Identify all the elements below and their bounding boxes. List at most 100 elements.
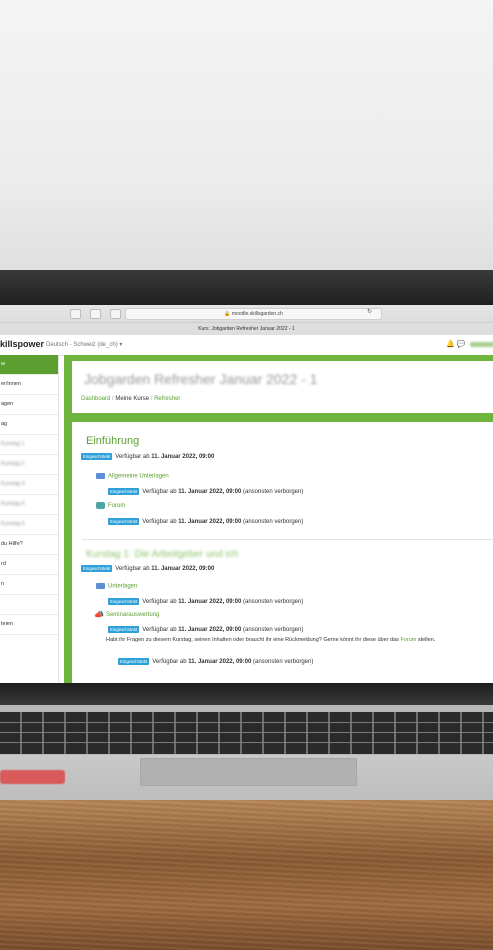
sidebar-toggle-icon[interactable] bbox=[70, 309, 81, 319]
key-row-gap bbox=[0, 732, 493, 733]
restriction-date: 11. Januar 2022, 09:00 bbox=[178, 489, 242, 496]
sidebar-item-day-3[interactable]: Kurstag 3 bbox=[0, 475, 58, 495]
address-bar[interactable]: 🔒 moodle.skillsgarden.ch bbox=[125, 308, 382, 320]
sidebar-item-label: er/innen bbox=[1, 381, 21, 387]
restricted-badge: Eingeschränkt bbox=[81, 565, 113, 572]
browser-tab[interactable]: Kurs: Jobgarden Refresher Januar 2022 - … bbox=[0, 322, 493, 335]
reload-icon[interactable]: ↻ bbox=[367, 308, 372, 315]
restriction-date: 11. Januar 2022, 09:00 bbox=[151, 454, 215, 461]
restriction-text: Verfügbar ab bbox=[142, 519, 177, 526]
activity-forum[interactable]: Forum bbox=[96, 502, 125, 509]
restriction-suffix: (ansonsten verborgen) bbox=[242, 599, 304, 606]
restriction-suffix: (ansonsten verborgen) bbox=[242, 627, 304, 634]
sidebar-item-label: teien bbox=[1, 621, 13, 627]
sidebar-item-documents[interactable]: agen bbox=[0, 395, 58, 415]
breadcrumb-dashboard[interactable]: Dashboard bbox=[81, 396, 110, 402]
sidebar-item-day-5[interactable]: Kurstag 5 bbox=[0, 515, 58, 535]
sidebar-item-day-4[interactable]: Kurstag 4 bbox=[0, 495, 58, 515]
section-divider bbox=[82, 539, 493, 540]
navbar-icons: 🔔 💬 bbox=[446, 340, 465, 348]
restriction-text: Verfügbar ab bbox=[142, 599, 177, 606]
key-row-gap bbox=[0, 742, 493, 743]
moodle-navbar: killspower Deutsch - Schweiz (de_ch) ▾ 🔔… bbox=[0, 335, 493, 356]
sidebar-item-label: agen bbox=[1, 401, 14, 407]
section-title-day-1[interactable]: Kurstag 1: Die Arbeitgeber und ich bbox=[86, 549, 238, 560]
restriction-suffix: (ansonsten verborgen) bbox=[242, 489, 304, 496]
language-selector[interactable]: Deutsch - Schweiz (de_ch) ▾ bbox=[46, 341, 122, 348]
restriction-date: 11. Januar 2022, 09:00 bbox=[178, 599, 242, 606]
course-header: Jobgarden Refresher Januar 2022 - 1 Dash… bbox=[72, 361, 493, 413]
restricted-badge: Eingeschränkt bbox=[108, 598, 140, 605]
sidebar-item-label: rd bbox=[1, 561, 6, 567]
restriction-date: 11. Januar 2022, 09:00 bbox=[178, 627, 242, 634]
restriction-date: 11. Januar 2022, 09:00 bbox=[178, 519, 242, 526]
restricted-badge: Eingeschränkt bbox=[108, 626, 140, 633]
restriction-text: Verfügbar ab bbox=[152, 659, 187, 666]
bell-icon[interactable]: 🔔 bbox=[446, 341, 455, 348]
sidebar-item-label: Kurstag 5 bbox=[1, 521, 25, 527]
activity-restriction: Eingeschränkt Verfügbar ab 11. Januar 202… bbox=[108, 598, 303, 605]
restricted-badge: Eingeschränkt bbox=[118, 658, 150, 665]
restriction-text: Verfügbar ab bbox=[115, 454, 150, 461]
sidebar-item-label: Kurstag 3 bbox=[1, 481, 25, 487]
page-title: Jobgarden Refresher Januar 2022 - 1 bbox=[84, 371, 318, 387]
sidebar-item-day[interactable]: ag bbox=[0, 415, 58, 435]
url-text: moodle.skillsgarden.ch bbox=[231, 311, 283, 317]
restriction-date: 11. Januar 2022, 09:00 bbox=[151, 566, 215, 573]
folder-icon bbox=[96, 583, 105, 589]
laptop-sticker bbox=[0, 770, 65, 784]
section-note: Habt ihr Fragen zu diesem Kurstag, seine… bbox=[106, 637, 435, 643]
sidebar-item-day-1[interactable]: Kurstag 1 bbox=[0, 435, 58, 455]
chat-icon[interactable]: 💬 bbox=[457, 341, 466, 348]
sidebar-item-course[interactable]: w bbox=[0, 355, 58, 375]
sidebar-item-calendar[interactable] bbox=[0, 595, 58, 615]
breadcrumb-separator: / bbox=[150, 396, 153, 402]
breadcrumb: Dashboard / Meine Kurse / Refresher bbox=[81, 396, 180, 402]
laptop-screen: 🔒 moodle.skillsgarden.ch ↻ Kurs: Jobgard… bbox=[0, 305, 493, 683]
restriction-suffix: (ansonsten verborgen) bbox=[242, 519, 304, 526]
note-restriction: Eingeschränkt Verfügbar ab 11. Januar 202… bbox=[118, 658, 313, 665]
activity-restriction: Eingeschränkt Verfügbar ab 11. Januar 202… bbox=[108, 626, 303, 633]
shield-icon[interactable] bbox=[90, 309, 101, 319]
sidebar-item-dashboard[interactable]: rd bbox=[0, 555, 58, 575]
section-restriction: Eingeschränkt Verfügbar ab 11. Januar 202… bbox=[81, 453, 214, 460]
sidebar-item-label: n bbox=[1, 581, 5, 587]
tab-title: Kurs: Jobgarden Refresher Januar 2022 - … bbox=[198, 326, 295, 332]
activity-general-documents[interactable]: Allgemeine Unterlagen bbox=[96, 473, 169, 480]
sidebar-item-label: du Hilfe? bbox=[1, 541, 23, 547]
forum-icon bbox=[96, 502, 105, 509]
feedback-icon: 📣 bbox=[94, 610, 104, 619]
sidebar-item-label: Kurstag 4 bbox=[1, 501, 25, 507]
sidebar-item-label: Kurstag 2 bbox=[1, 461, 25, 467]
note-text: Habt ihr Fragen zu diesem Kurstag, seine… bbox=[106, 637, 399, 643]
activity-documents[interactable]: Unterlagen bbox=[96, 583, 137, 590]
activity-seminar-evaluation[interactable]: 📣 Seminarauswertung bbox=[94, 610, 159, 619]
breadcrumb-separator: / bbox=[112, 396, 114, 402]
browser-toolbar: 🔒 moodle.skillsgarden.ch ↻ Kurs: Jobgard… bbox=[0, 305, 493, 336]
activity-name: Forum bbox=[108, 503, 126, 510]
restricted-badge: Eingeschränkt bbox=[81, 453, 113, 460]
sidebar-item-files[interactable]: teien bbox=[0, 615, 58, 635]
section-title-intro[interactable]: Einführung bbox=[86, 435, 139, 447]
lock-icon: 🔒 bbox=[224, 311, 231, 317]
wood-grain bbox=[0, 800, 493, 950]
privacy-icon[interactable] bbox=[110, 309, 121, 319]
activity-name: Allgemeine Unterlagen bbox=[108, 473, 169, 480]
sidebar-item-home[interactable]: n bbox=[0, 575, 58, 595]
course-content: ‹ Einführung EingeschränktVerfügbar ab 1… bbox=[72, 422, 493, 683]
user-menu[interactable] bbox=[470, 342, 493, 347]
sidebar-item-help[interactable]: du Hilfe? bbox=[0, 535, 58, 555]
sidebar-item-label: ag bbox=[1, 421, 8, 427]
restriction-text: Verfügbar ab bbox=[115, 566, 150, 573]
breadcrumb-my-courses[interactable]: Meine Kurse bbox=[115, 396, 149, 402]
restricted-badge: Eingeschränkt bbox=[108, 518, 140, 525]
sidebar-item-participants[interactable]: er/innen bbox=[0, 375, 58, 395]
site-brand[interactable]: killspower bbox=[0, 339, 44, 349]
restriction-date: 11. Januar 2022, 09:00 bbox=[188, 659, 252, 666]
folder-icon bbox=[96, 473, 105, 479]
sidebar-item-day-2[interactable]: Kurstag 2 bbox=[0, 455, 58, 475]
breadcrumb-current[interactable]: Refresher bbox=[154, 396, 180, 402]
forum-link[interactable]: Forum bbox=[400, 637, 416, 643]
activity-name: Seminarauswertung bbox=[105, 612, 160, 619]
sidebar-item-label: Kurstag 1 bbox=[1, 441, 25, 447]
